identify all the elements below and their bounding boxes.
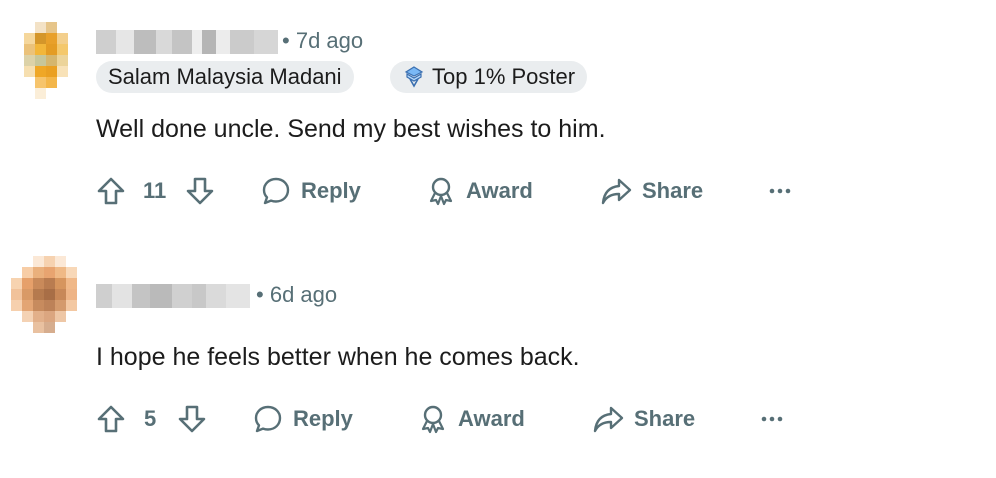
comment-text: Well done uncle. Send my best wishes to … — [96, 115, 606, 143]
reply-label: Reply — [293, 406, 353, 431]
share-label: Share — [634, 406, 696, 431]
share-button[interactable]: Share — [600, 169, 703, 213]
award-label: Award — [458, 406, 525, 431]
username[interactable] — [96, 284, 250, 308]
comment: • 7d ago Salam Malaysia Madani Top 1% Po… — [0, 0, 996, 230]
username[interactable] — [96, 30, 278, 54]
comment: • 6d ago I hope he feels better when he … — [0, 240, 996, 478]
upvote-icon — [97, 405, 125, 433]
reply-button[interactable]: Reply — [261, 169, 361, 213]
award-button[interactable]: Award — [426, 169, 533, 213]
share-icon — [601, 178, 632, 205]
reply-label: Reply — [301, 178, 361, 203]
meta-dot: • — [282, 28, 296, 53]
more-options-button[interactable] — [760, 397, 784, 441]
upvote-button[interactable] — [96, 397, 126, 441]
avatar[interactable] — [11, 256, 85, 333]
vote-count: 11 — [143, 178, 167, 203]
comment-actions: 5 Reply Award Share — [96, 397, 796, 441]
comment-time: 7d ago — [295, 28, 364, 53]
share-label: Share — [642, 178, 704, 203]
upvote-icon — [97, 177, 125, 205]
vote-count: 5 — [144, 406, 157, 431]
more-options-button[interactable] — [768, 169, 792, 213]
avatar[interactable] — [24, 22, 76, 99]
share-icon — [593, 406, 624, 433]
comment-text: I hope he feels better when he comes bac… — [96, 343, 580, 371]
more-icon — [761, 416, 783, 422]
comment-actions: 11 Reply Award Share — [96, 169, 816, 213]
comment-meta: • 6d ago — [256, 282, 337, 308]
comment-time: 6d ago — [269, 282, 338, 307]
downvote-icon — [178, 405, 206, 433]
comment-meta: • 7d ago — [282, 28, 363, 54]
award-icon — [421, 405, 445, 434]
downvote-button[interactable] — [177, 397, 207, 441]
meta-dot: • — [256, 282, 270, 307]
award-icon — [429, 177, 453, 206]
more-icon — [769, 188, 791, 194]
user-flair: Salam Malaysia Madani — [96, 61, 354, 93]
upvote-button[interactable] — [96, 169, 126, 213]
downvote-button[interactable] — [185, 169, 215, 213]
downvote-icon — [186, 177, 214, 205]
award-button[interactable]: Award — [418, 397, 525, 441]
reply-icon — [262, 177, 290, 205]
achievement-flair: Top 1% Poster — [390, 61, 588, 93]
reply-icon — [254, 405, 282, 433]
share-button[interactable]: Share — [592, 397, 695, 441]
reply-button[interactable]: Reply — [253, 397, 353, 441]
flair-label: Top 1% Poster — [432, 64, 576, 89]
award-label: Award — [466, 178, 533, 203]
top-poster-icon — [404, 66, 424, 88]
flair-label: Salam Malaysia Madani — [108, 64, 342, 89]
